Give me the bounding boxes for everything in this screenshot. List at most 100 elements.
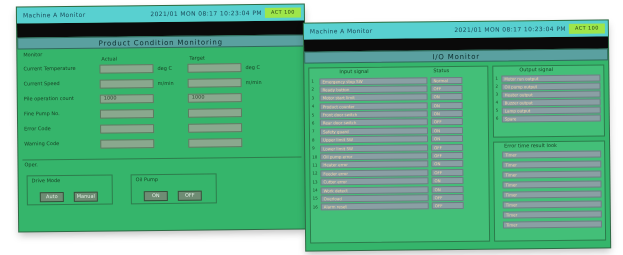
error-time-value: Timer — [502, 180, 602, 189]
actual-value-field — [99, 79, 154, 89]
actual-unit: m/min — [157, 80, 174, 88]
input-signal-status: ON — [431, 177, 464, 185]
status-badge: ACT 100 — [264, 7, 301, 18]
input-signal-name: Cutter error — [320, 177, 429, 186]
input-signal-panel: Input signal Status 1 Emergency stop SW No… — [308, 65, 491, 244]
input-signal-name: Ready button — [319, 85, 428, 94]
actual-value — [101, 125, 153, 126]
output-signal-row: 6 Spare — [494, 113, 604, 123]
input-number: 12 — [312, 170, 318, 176]
input-signal-status: OFF — [431, 193, 464, 202]
error-time-panel: Error time result look Timer Timer Timer Ti… — [493, 140, 607, 242]
input-signal-status: OFF — [430, 118, 463, 126]
drive-auto-button[interactable]: Auto — [39, 192, 64, 203]
error-time-list: Timer Timer Timer Timer Timer Timer Timer Timer — [494, 149, 605, 230]
monitor-row-label: Fine Pump No. — [23, 111, 60, 118]
target-unit: m/min — [245, 79, 262, 87]
input-signal-name: Rear door switch — [319, 118, 428, 127]
oil-pump-off-button[interactable]: OFF — [177, 190, 202, 201]
input-signal-status: OFF — [430, 84, 463, 93]
oil-pump-group: Oil Pump ON OFF — [130, 173, 217, 205]
input-number: 8 — [312, 137, 315, 143]
input-signal-status: ON — [430, 135, 464, 143]
monitor-row-label: Pile operation count — [23, 95, 74, 103]
input-signal-name: Emergency stop SW — [319, 76, 428, 85]
output-signal-panel: Output signal 1 Motor run output 2 Oil pump… — [492, 64, 606, 138]
actual-value — [101, 140, 153, 141]
actual-value: 1000 — [103, 95, 117, 102]
monitor-row-label: Current Speed — [23, 81, 60, 88]
page-title: I/O Monitor — [304, 48, 609, 64]
input-signal-status: ON — [430, 110, 463, 118]
status-badge: ACT 100 — [568, 23, 605, 34]
page-title: Product Condition Monitoring — [17, 34, 305, 50]
input-number: 5 — [311, 112, 315, 118]
target-value — [189, 124, 241, 125]
actual-unit: deg C — [157, 65, 173, 73]
input-signal-status: ON — [430, 126, 463, 135]
oil-pump-on-button[interactable]: ON — [143, 190, 168, 202]
section-divider — [22, 156, 302, 161]
input-signal-name: Feeder error — [320, 169, 429, 178]
actual-value — [101, 110, 153, 111]
error-time-value: Timer — [502, 200, 602, 209]
target-value: 1000 — [191, 94, 205, 101]
target-value — [189, 79, 241, 80]
input-number: 6 — [311, 120, 315, 126]
input-number: 3 — [311, 95, 315, 101]
error-time-value: Timer — [502, 150, 602, 159]
error-time-value: Timer — [502, 220, 602, 229]
input-signal-header: Input signal — [339, 68, 369, 76]
io-monitor-screen: Machine A Monitor 2021/01 MON 08:17 10:2… — [303, 20, 611, 251]
target-value-field: 1000 — [187, 93, 242, 103]
monitor-row-label: Warning Code — [24, 141, 60, 148]
status-machine-label: Machine A Monitor — [22, 11, 86, 19]
monitor-group-label: Monitor — [23, 52, 43, 59]
product-monitor-screen: Machine A Monitor 2021/01 MON 08:17 10:2… — [16, 4, 307, 232]
input-signal-name: Alarm reset — [320, 202, 429, 211]
actual-value-field — [99, 109, 155, 119]
oil-pump-label: Oil Pump — [135, 177, 159, 184]
target-value — [189, 109, 241, 110]
target-value-field — [187, 78, 242, 88]
drive-mode-label: Drive Mode — [31, 178, 61, 185]
status-machine-label: Machine A Monitor — [309, 27, 373, 36]
input-signal-name: Upper limit SW — [320, 135, 429, 144]
target-value — [188, 64, 240, 65]
target-value-field — [188, 138, 243, 148]
actual-value-field: 1000 — [99, 94, 154, 104]
error-time-value: Timer — [502, 210, 602, 219]
input-signal-status: ON — [431, 185, 464, 193]
error-time-value: Timer — [502, 160, 602, 169]
input-number: 9 — [312, 145, 315, 151]
output-signal-list: 1 Motor run output 2 Oil pump output 3 Heater… — [493, 73, 604, 123]
input-signal-name: Work detect — [320, 185, 429, 195]
input-number: 2 — [311, 86, 315, 92]
error-time-row: Timer — [495, 219, 605, 230]
actual-value — [100, 65, 152, 66]
input-signal-status: OFF — [431, 143, 464, 151]
status-datetime: 2021/01 MON 08:17 10:23:04 PM — [150, 9, 262, 18]
target-value-field — [188, 123, 243, 133]
status-bar: Machine A Monitor 2021/01 MON 08:17 10:2… — [303, 20, 608, 40]
input-signal-status: OFF — [431, 151, 464, 160]
status-header: Status — [433, 68, 450, 75]
oper-group-label: Oper. — [24, 162, 38, 169]
input-number: 1 — [311, 78, 314, 84]
input-signal-status: OFF — [431, 202, 464, 210]
input-number: 11 — [312, 162, 318, 168]
input-signal-status: ON — [431, 160, 464, 168]
input-signal-name: Overload — [320, 194, 429, 203]
target-value — [189, 139, 241, 140]
output-signal-name: Spare — [501, 113, 601, 123]
drive-mode-group: Drive Mode Auto Manual — [26, 174, 113, 206]
input-number: 16 — [312, 204, 318, 210]
input-signal-status: Normal — [430, 76, 463, 84]
target-value-field — [187, 63, 242, 73]
drive-manual-button[interactable]: Manual — [73, 191, 98, 202]
input-signal-list: 1 Emergency stop SW Normal 2 Ready button OFF… — [309, 76, 488, 212]
input-signal-status: OFF — [431, 168, 464, 177]
input-signal-name: Motor start limit — [319, 93, 428, 102]
target-unit: deg C — [245, 64, 261, 72]
input-number: 4 — [311, 103, 315, 109]
